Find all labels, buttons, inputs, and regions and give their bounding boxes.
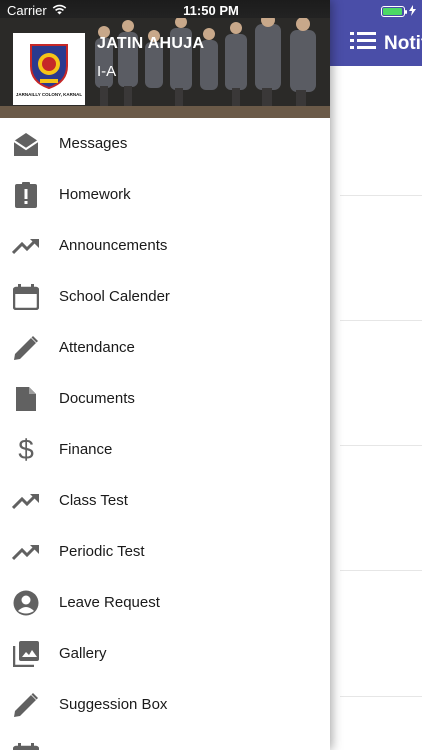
menu-item-school-calender[interactable]: School Calender <box>0 271 330 322</box>
list-divider <box>340 320 422 321</box>
menu-label: Finance <box>59 441 113 458</box>
photo-library-icon <box>12 640 40 668</box>
trending-up-icon <box>12 232 40 260</box>
mail-open-icon <box>12 130 40 158</box>
menu-label: Announcements <box>59 237 168 254</box>
menu-label: School Calender <box>59 288 170 305</box>
menu-item-messages[interactable]: Messages <box>0 118 330 169</box>
menu-label: Leave Request <box>59 594 160 611</box>
menu-item-suggession-box[interactable]: Suggession Box <box>0 679 330 730</box>
menu-item-homework[interactable]: Homework <box>0 169 330 220</box>
list-divider <box>340 195 422 196</box>
battery-icon <box>381 6 407 17</box>
user-class: I-A <box>97 63 117 80</box>
school-crest-icon <box>30 43 68 89</box>
menu-label: Homework <box>59 186 131 203</box>
pencil-icon <box>12 691 40 719</box>
menu-label: Suggession Box <box>59 696 168 713</box>
drawer-menu: Messages Homework Announcements School C… <box>0 118 330 750</box>
menu-item-partial[interactable] <box>0 730 330 750</box>
document-icon <box>12 385 40 413</box>
menu-item-class-test[interactable]: Class Test <box>0 475 330 526</box>
menu-item-periodic-test[interactable]: Periodic Test <box>0 526 330 577</box>
list-divider <box>340 570 422 571</box>
dollar-icon: $ <box>18 433 34 465</box>
trending-up-icon <box>12 538 40 566</box>
calendar-icon <box>12 283 40 311</box>
pencil-icon <box>12 334 40 362</box>
menu-item-gallery[interactable]: Gallery <box>0 628 330 679</box>
menu-label: Class Test <box>59 492 128 509</box>
menu-item-attendance[interactable]: Attendance <box>0 322 330 373</box>
school-logo: JARNAILLY COLONY, KARNAL <box>13 33 85 105</box>
menu-item-finance[interactable]: $ Finance <box>0 424 330 475</box>
menu-label: Messages <box>59 135 128 152</box>
list-divider <box>340 696 422 697</box>
status-right <box>381 4 416 19</box>
navigation-drawer: JARNAILLY COLONY, KARNAL JATIN AHUJA I-A… <box>0 0 330 750</box>
menu-item-leave-request[interactable]: Leave Request <box>0 577 330 628</box>
charging-bolt-icon <box>409 4 416 19</box>
calendar-icon <box>12 742 40 750</box>
menu-label: Periodic Test <box>59 543 145 560</box>
status-time: 11:50 PM <box>183 3 239 18</box>
menu-label: Gallery <box>59 645 107 662</box>
list-menu-icon[interactable] <box>350 30 376 58</box>
list-divider <box>340 445 422 446</box>
account-circle-icon <box>12 589 40 617</box>
clipboard-alert-icon <box>12 181 40 209</box>
menu-label: Attendance <box>59 339 135 356</box>
menu-item-announcements[interactable]: Announcements <box>0 220 330 271</box>
header-title-area: Notif <box>350 30 422 58</box>
status-bar: Carrier 11:50 PM <box>0 0 422 22</box>
screen-title: Notif <box>384 33 422 54</box>
trending-up-icon <box>12 487 40 515</box>
menu-item-documents[interactable]: Documents <box>0 373 330 424</box>
logo-caption: JARNAILLY COLONY, KARNAL <box>15 91 83 97</box>
user-name: JATIN AHUJA <box>97 35 205 52</box>
menu-label: Documents <box>59 390 135 407</box>
